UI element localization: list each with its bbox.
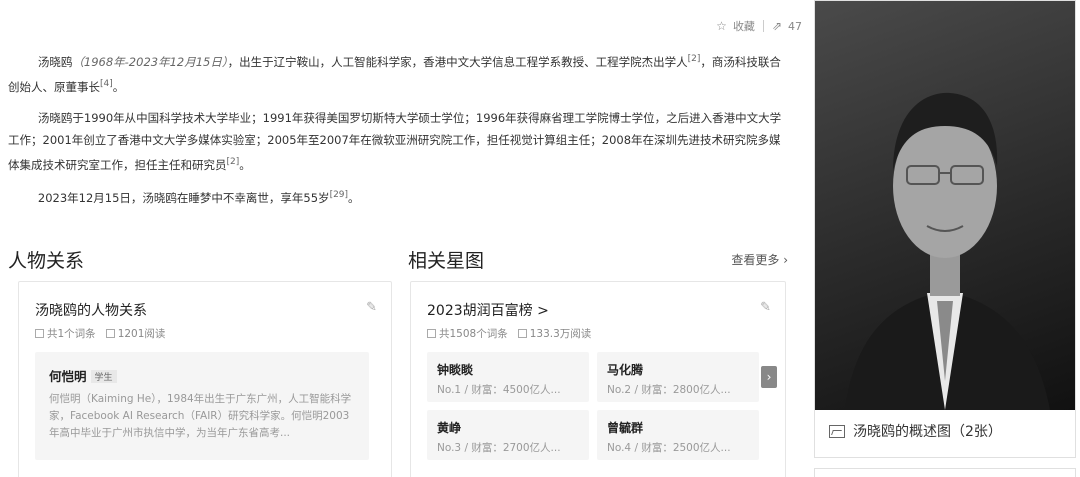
- life-dates: （1968年-2023年12月15日）: [72, 54, 228, 69]
- book-icon: [105, 329, 115, 338]
- stars-section-title: 相关星图: [408, 250, 485, 272]
- edit-icon[interactable]: ✎: [760, 300, 771, 315]
- reference-link[interactable]: [2]: [227, 157, 240, 167]
- star-item-sub: No.4 / 财富：2500亿人...: [607, 442, 731, 454]
- view-more-label: 查看更多: [731, 253, 780, 267]
- next-panel: [814, 468, 1076, 477]
- intro-paragraph-2: 汤晓鸥于1990年从中国科学技术大学毕业；1991年获得美国罗切斯特大学硕士学位…: [8, 107, 788, 176]
- star-item-sub: No.1 / 财富：4500亿人...: [437, 384, 561, 396]
- book-icon: [517, 329, 527, 338]
- intro-paragraph-1: 汤晓鸥（1968年-2023年12月15日），出生于辽宁鞍山，人工智能科学家，香…: [8, 48, 788, 98]
- person-name: 汤晓鸥: [37, 54, 73, 69]
- star-item[interactable]: 曾毓群 No.4 / 财富：2500亿人...: [597, 410, 759, 460]
- chevron-right-icon: ›: [783, 253, 788, 267]
- star-icon[interactable]: ☆: [716, 19, 727, 33]
- star-item[interactable]: 马化腾 No.2 / 财富：2800亿人...: [597, 352, 759, 402]
- intro-text-4: 2023年12月15日，汤晓鸥在睡梦中不幸离世，享年55岁: [37, 191, 330, 206]
- star-item[interactable]: 黄峥 No.3 / 财富：2700亿人...: [427, 410, 589, 460]
- share-icon[interactable]: ⇗: [772, 19, 782, 33]
- relations-card: 汤晓鸥的人物关系 ✎ 共1个词条 1201阅读 何恺明 学生 何恺明（Kaimin…: [18, 281, 392, 477]
- entries-count: 共1个词条: [35, 326, 96, 341]
- intro-text-1: ，出生于辽宁鞍山，人工智能科学家，香港中文大学信息工程学系教授、工程学院杰出学人: [227, 54, 688, 69]
- relation-tag: 学生: [90, 370, 117, 383]
- read-count-text: 133.3万阅读: [529, 328, 592, 340]
- intro-paragraph-3: 2023年12月15日，汤晓鸥在睡梦中不幸离世，享年55岁[29]。: [8, 184, 788, 209]
- portrait-illustration: [845, 92, 1050, 410]
- list-icon: [427, 329, 436, 338]
- list-icon: [35, 329, 44, 338]
- read-count: 1201阅读: [105, 326, 166, 341]
- favorite-button[interactable]: 收藏: [733, 18, 755, 34]
- related-person-desc: 何恺明（Kaiming He），1984年出生于广东广州，人工智能科学家，Fac…: [49, 393, 352, 439]
- entries-count: 共1508个词条: [427, 326, 508, 341]
- star-item-sub: No.2 / 财富：2800亿人...: [607, 384, 731, 396]
- star-item-name: 黄峥: [437, 421, 462, 435]
- relations-card-title[interactable]: 汤晓鸥的人物关系: [35, 300, 147, 320]
- intro-text: 汤晓鸥（1968年-2023年12月15日），出生于辽宁鞍山，人工智能科学家，香…: [8, 48, 788, 218]
- photo-caption-text: 汤晓鸥的概述图（2张）: [853, 424, 1002, 440]
- edit-icon[interactable]: ✎: [366, 300, 377, 315]
- related-person-card[interactable]: 何恺明 学生 何恺明（Kaiming He），1984年出生于广东广州，人工智能科…: [35, 352, 369, 460]
- star-item[interactable]: 钟睒睒 No.1 / 财富：4500亿人...: [427, 352, 589, 402]
- relations-section-title: 人物关系: [8, 250, 85, 272]
- punct: 。: [112, 79, 125, 94]
- entries-count-text: 共1个词条: [47, 328, 96, 340]
- reference-link[interactable]: [29]: [330, 190, 348, 200]
- stars-card-title[interactable]: 2023胡润百富榜 >: [427, 300, 549, 320]
- related-person-name: 何恺明 学生: [49, 366, 355, 385]
- next-arrow-button[interactable]: ›: [761, 366, 777, 388]
- star-item-name: 钟睒睒: [437, 363, 474, 377]
- top-actions: ☆ 收藏 ⇗ 47: [716, 18, 802, 34]
- star-item-name: 曾毓群: [607, 421, 644, 435]
- read-count-text: 1201阅读: [117, 328, 166, 340]
- read-count: 133.3万阅读: [517, 326, 592, 341]
- image-icon: [829, 424, 845, 438]
- reference-link[interactable]: [4]: [100, 79, 113, 89]
- related-person-name-text: 何恺明: [49, 369, 87, 384]
- relations-meta: 共1个词条 1201阅读: [35, 326, 165, 341]
- entries-count-text: 共1508个词条: [439, 328, 508, 340]
- punct: 。: [239, 157, 251, 172]
- intro-text-3: 汤晓鸥于1990年从中国科学技术大学毕业；1991年获得美国罗切斯特大学硕士学位…: [8, 110, 782, 172]
- divider: [762, 20, 764, 32]
- stars-meta: 共1508个词条 133.3万阅读: [427, 326, 591, 341]
- view-more-link[interactable]: 查看更多 ›: [731, 251, 788, 268]
- star-grid: 钟睒睒 No.1 / 财富：4500亿人... 马化腾 No.2 / 财富：2800…: [427, 352, 759, 460]
- star-item-sub: No.3 / 财富：2700亿人...: [437, 442, 561, 454]
- photo-panel: 汤晓鸥的概述图（2张）: [814, 0, 1076, 458]
- punct: 。: [348, 191, 360, 206]
- stars-card: 2023胡润百富榜 > ✎ 共1508个词条 133.3万阅读 钟睒睒 No.1 …: [410, 281, 786, 477]
- photo-caption[interactable]: 汤晓鸥的概述图（2张）: [829, 421, 1002, 441]
- reference-link[interactable]: [2]: [688, 54, 701, 64]
- chevron-right-icon: ›: [766, 370, 772, 384]
- portrait-photo[interactable]: [815, 1, 1075, 410]
- star-item-name: 马化腾: [607, 363, 644, 377]
- share-count: 47: [788, 19, 802, 33]
